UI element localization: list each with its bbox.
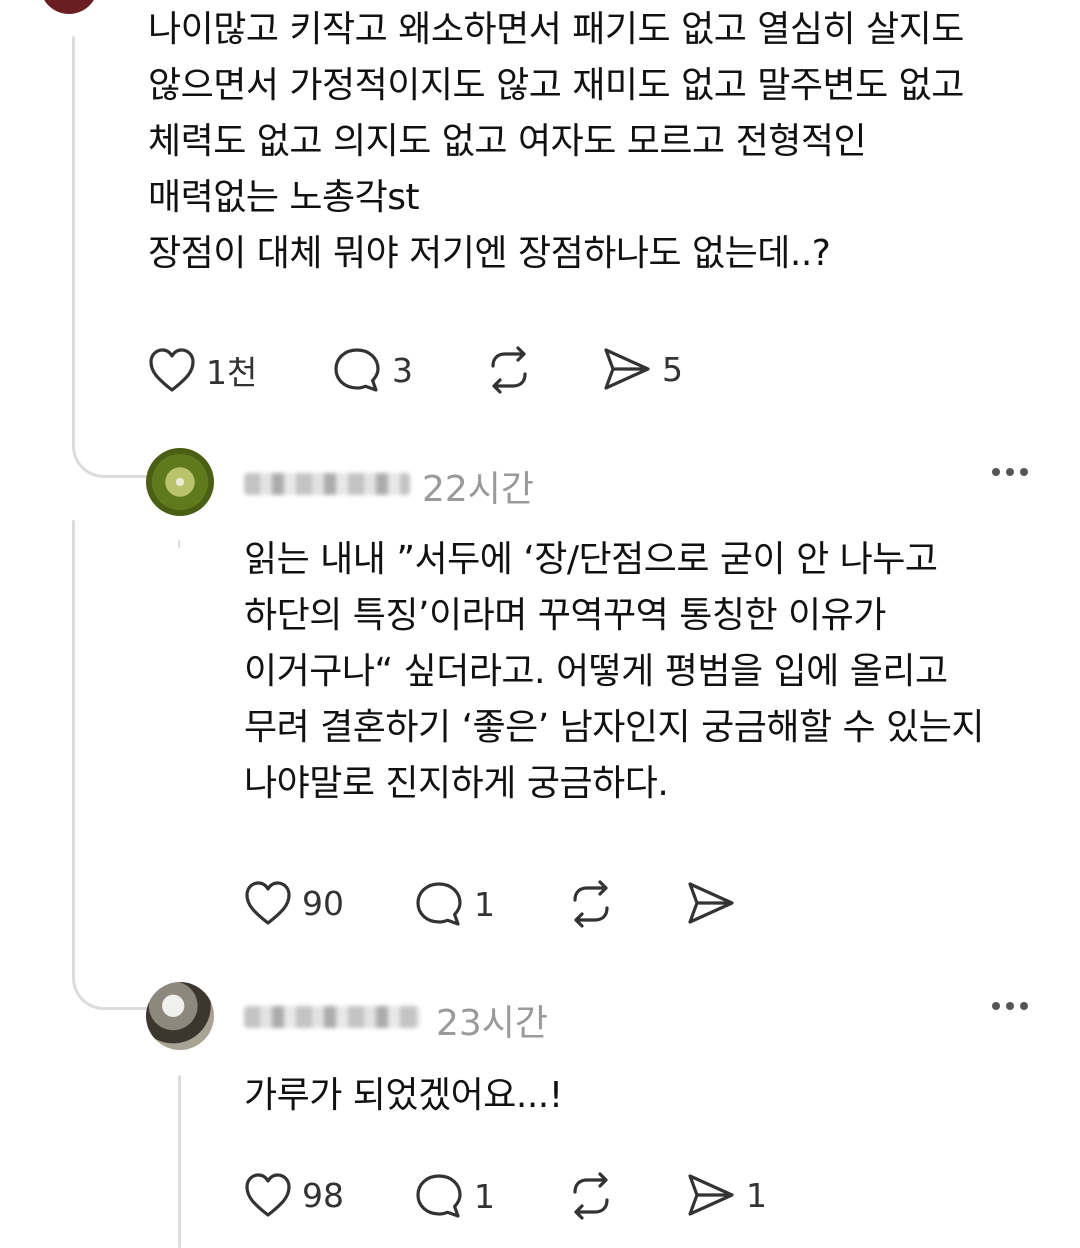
reply-count: 3 xyxy=(392,350,413,390)
heart-icon xyxy=(245,881,291,925)
repost-icon xyxy=(573,1172,609,1220)
repost-button[interactable] xyxy=(484,346,534,394)
repost-button[interactable] xyxy=(566,880,616,928)
reply-timestamp: 22시간 xyxy=(422,469,535,510)
like-count: 90 xyxy=(302,883,344,923)
reply-button[interactable]: 3 xyxy=(332,346,413,394)
more-options-button[interactable] xyxy=(986,462,1034,482)
more-options-button[interactable] xyxy=(986,996,1034,1016)
more-horizontal-icon xyxy=(992,468,1000,476)
reply-button[interactable]: 1 xyxy=(414,1172,495,1220)
like-count: 98 xyxy=(302,1175,344,1215)
reply-avatar[interactable] xyxy=(146,448,214,516)
like-button[interactable]: 90 xyxy=(244,880,344,926)
thread-connector xyxy=(72,430,147,478)
comment-bubble-icon xyxy=(334,348,380,392)
send-icon xyxy=(688,882,734,924)
send-icon xyxy=(688,1174,734,1216)
heart-icon xyxy=(245,1173,291,1217)
thread-line xyxy=(72,36,75,436)
repost-button[interactable] xyxy=(566,1172,616,1220)
share-button[interactable]: 1 xyxy=(686,1172,767,1218)
reply-username-blurred[interactable] xyxy=(244,473,410,495)
repost-icon xyxy=(491,346,527,394)
thread-line xyxy=(72,520,75,960)
reply-timestamp: 23시간 xyxy=(436,1003,549,1044)
share-count: 5 xyxy=(662,349,683,389)
share-button[interactable] xyxy=(686,880,746,926)
thread-connector xyxy=(72,955,147,1010)
comment-bubble-icon xyxy=(416,1174,462,1218)
heart-icon xyxy=(149,348,195,392)
reply-count: 1 xyxy=(474,884,495,924)
reply-text: 읽는 내내 ”서두에 ‘장/단점으로 굳이 안 나누고 하단의 특징’이라며 꾸… xyxy=(244,539,984,804)
reply-count: 1 xyxy=(474,1176,495,1216)
repost-icon xyxy=(573,880,609,928)
share-count: 1 xyxy=(746,1175,767,1215)
more-horizontal-icon xyxy=(992,1002,1000,1010)
reply-button[interactable]: 1 xyxy=(414,880,495,928)
comment-bubble-icon xyxy=(416,882,462,926)
reply-thread-line xyxy=(178,540,180,548)
like-button[interactable]: 98 xyxy=(244,1172,344,1218)
author-avatar[interactable] xyxy=(40,0,98,14)
reply-avatar[interactable] xyxy=(146,982,214,1050)
reply-thread-line xyxy=(178,1075,181,1248)
like-button[interactable]: 1천 xyxy=(148,346,257,394)
main-post-text: 나이많고 키작고 왜소하면서 패기도 없고 열심히 살지도 않으면서 가정적이지… xyxy=(148,9,964,274)
reply-text: 가루가 되었겠어요...! xyxy=(244,1075,563,1116)
share-button[interactable]: 5 xyxy=(602,346,683,392)
like-count: 1천 xyxy=(206,353,258,392)
reply-username-blurred[interactable] xyxy=(244,1006,420,1028)
send-icon xyxy=(604,348,650,390)
